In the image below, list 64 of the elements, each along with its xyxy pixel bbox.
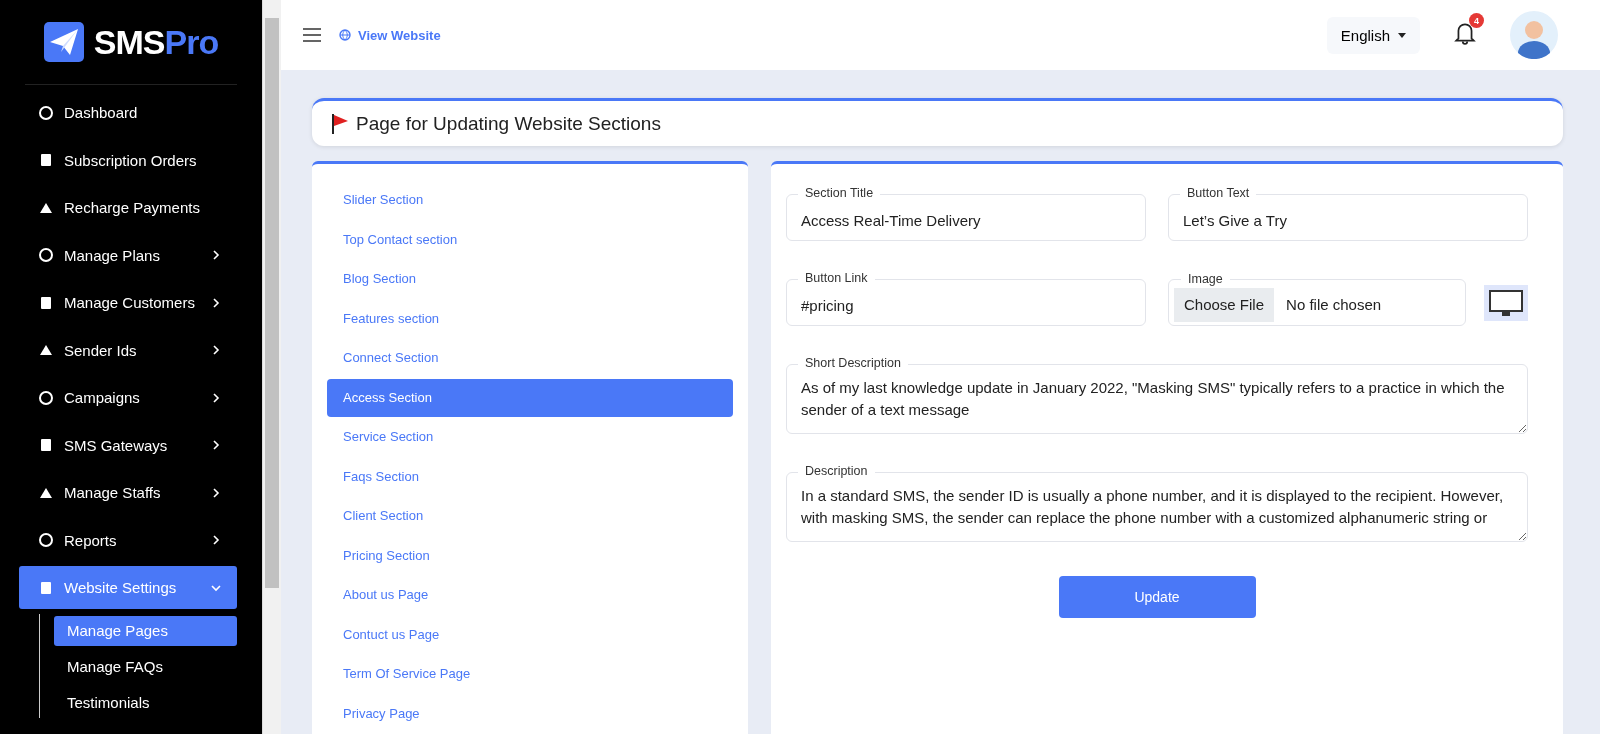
avatar-silhouette-icon[interactable] — [1510, 11, 1558, 59]
chevron-icon — [211, 535, 221, 545]
section-link[interactable]: Blog Section — [327, 260, 733, 298]
section-link[interactable]: Connect Section — [327, 339, 733, 377]
menu-item-icon — [38, 294, 54, 311]
bell-icon[interactable] — [1454, 21, 1476, 45]
field-label: Short Description — [798, 356, 908, 371]
caret-icon — [1398, 32, 1406, 38]
menu-item-icon — [38, 152, 54, 168]
view-website-link[interactable]: View Website — [339, 27, 441, 43]
chevron-icon — [211, 487, 221, 498]
submenu-item[interactable]: Manage FAQs — [54, 651, 237, 682]
monitor-thumbnail-icon — [1484, 284, 1528, 321]
sidebar-item[interactable]: Manage Staffs — [19, 471, 237, 514]
field-label: Image — [1181, 272, 1230, 287]
menu-item-icon — [38, 247, 54, 263]
scrollbar[interactable] — [262, 0, 281, 734]
menu-icon[interactable] — [303, 28, 321, 42]
sidebar-item[interactable]: Reports — [19, 518, 237, 562]
chevron-icon — [211, 440, 221, 450]
section-link[interactable]: Top Contact section — [327, 220, 733, 259]
menu-item-icon — [38, 579, 54, 596]
choose-file-button[interactable]: Choose File — [1174, 287, 1275, 322]
menu-item-icon — [38, 389, 54, 406]
section-link[interactable]: Service Section — [327, 418, 733, 456]
chevron-icon — [211, 250, 221, 260]
brand-name: SMSPro — [93, 22, 219, 62]
chevron-icon — [211, 297, 221, 308]
paper-plane-logo-icon — [43, 22, 84, 62]
chevron-icon — [211, 392, 221, 403]
section-link[interactable]: Term Of Service Page — [327, 655, 733, 693]
section-link[interactable]: Pricing Section — [327, 536, 733, 575]
section-link[interactable]: Contuct us Page — [327, 615, 733, 654]
sidebar-item[interactable]: Manage Customers — [19, 281, 237, 324]
update-button[interactable]: Update — [1058, 576, 1256, 618]
sidebar-item[interactable]: Subscription Orders — [19, 138, 237, 182]
page-title: Page for Updating Website Sections — [356, 112, 661, 135]
sidebar-item[interactable]: SMS Gateways — [19, 423, 237, 467]
section-link[interactable]: About us Page — [327, 576, 733, 614]
menu-item-icon — [38, 532, 54, 548]
section-link[interactable]: Access Section — [327, 378, 733, 417]
submenu-item[interactable]: Testimonials — [54, 687, 237, 718]
submenu-item[interactable]: Manage Pages — [54, 615, 237, 646]
notification-badge: 4 — [1469, 13, 1484, 28]
field-label: Description — [798, 464, 875, 479]
sidebar-item[interactable]: Campaigns — [19, 376, 237, 419]
section-link[interactable]: Faqs Section — [327, 457, 733, 496]
section-link[interactable]: Privacy Page — [327, 694, 733, 733]
sidebar-item[interactable]: Dashboard — [19, 91, 237, 134]
section-link[interactable]: Client Section — [327, 497, 733, 535]
language-dropdown[interactable]: English — [1326, 16, 1420, 54]
chevron-icon — [211, 582, 221, 593]
menu-item-icon — [38, 104, 54, 121]
globe-icon — [339, 29, 351, 41]
sidebar-item[interactable]: Manage Plans — [19, 233, 237, 277]
sidebar-item[interactable]: Recharge Payments — [19, 186, 237, 229]
section-link[interactable]: Features section — [327, 299, 733, 338]
sidebar-item[interactable]: Website Settings — [19, 566, 237, 609]
chevron-icon — [211, 345, 221, 355]
file-status: No file chosen — [1286, 296, 1382, 313]
section-link[interactable]: Slider Section — [327, 181, 733, 219]
sidebar-item[interactable]: Sender Ids — [19, 328, 237, 372]
menu-item-icon — [38, 437, 54, 453]
flag-icon — [330, 112, 350, 135]
